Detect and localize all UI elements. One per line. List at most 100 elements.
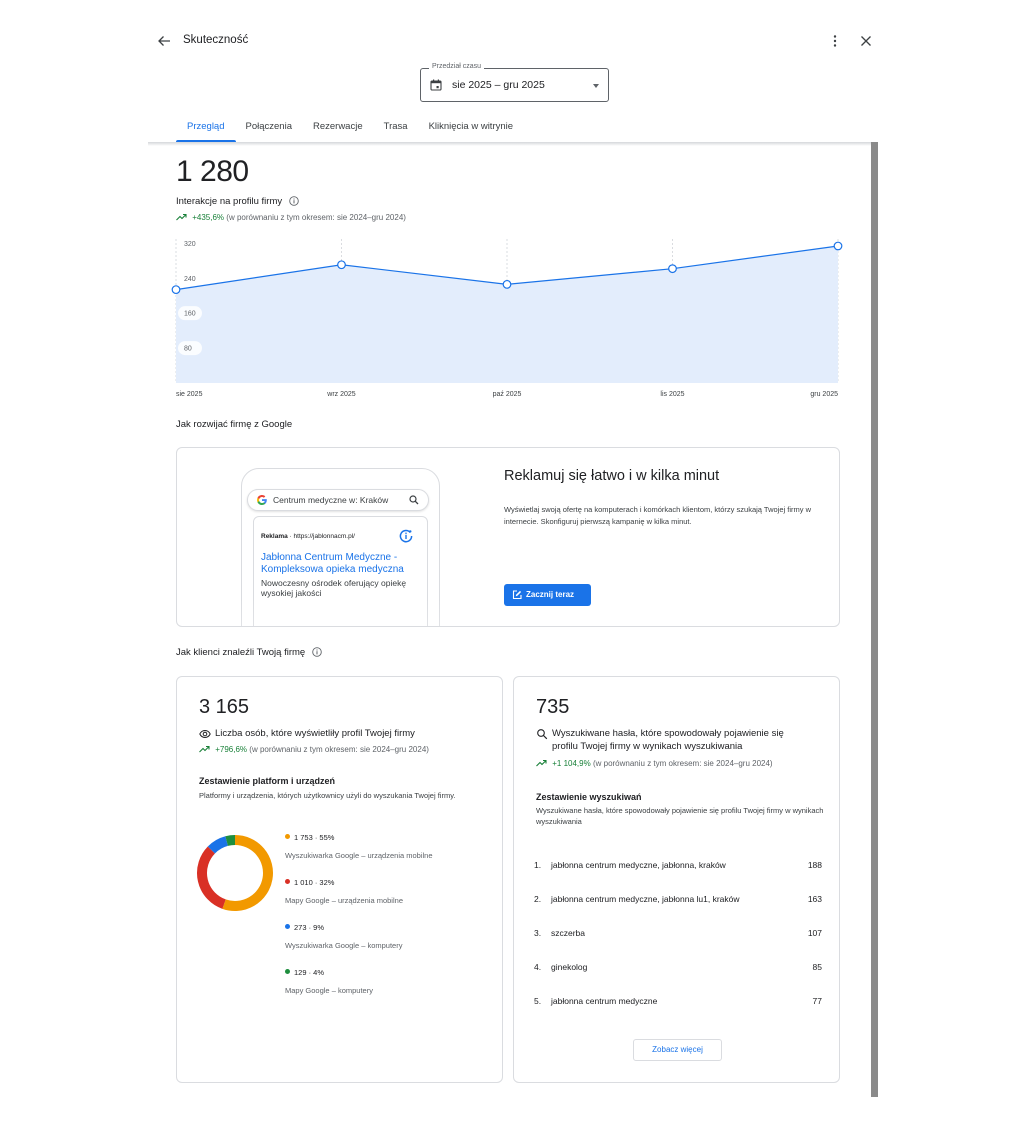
mock-search-text: Centrum medyczne w: Kraków bbox=[273, 495, 389, 505]
trending-up-icon bbox=[176, 213, 187, 221]
y-tick-label: 160 bbox=[184, 311, 196, 318]
query-text: ginekolog bbox=[551, 962, 588, 972]
mock-search-bar: Centrum medyczne w: Kraków bbox=[247, 489, 429, 511]
more-options-icon[interactable] bbox=[830, 34, 840, 48]
ads-promo-card: Centrum medyczne w: Kraków Reklama · htt… bbox=[176, 447, 840, 627]
mock-ad-label: Reklama bbox=[261, 533, 288, 540]
interactions-total: 1 280 bbox=[176, 155, 249, 188]
query-rank: 3. bbox=[534, 928, 542, 938]
legend-name: Mapy Google – komputery bbox=[285, 986, 373, 995]
query-text: jabłonna centrum medyczne bbox=[551, 996, 658, 1006]
info-icon[interactable] bbox=[312, 647, 322, 657]
profile-views-label-text: Liczba osób, które wyświetliły profil Tw… bbox=[215, 728, 415, 739]
donut-slice bbox=[222, 835, 273, 911]
tab-directions[interactable]: Trasa bbox=[384, 112, 408, 142]
chart-point bbox=[171, 285, 181, 295]
mockup-fade bbox=[237, 598, 447, 626]
query-rank: 1. bbox=[534, 860, 542, 870]
tab-bar: Przegląd Połączenia Rezerwacje Trasa Kli… bbox=[176, 112, 534, 142]
trending-up-icon bbox=[199, 745, 210, 753]
scrollbar[interactable] bbox=[871, 142, 878, 1097]
x-tick-label: paź 2025 bbox=[493, 391, 522, 398]
query-count: 107 bbox=[807, 928, 822, 938]
ad-info-icon bbox=[399, 529, 413, 543]
platforms-donut-chart bbox=[197, 835, 273, 911]
mock-ad-description: Nowoczesny ośrodek oferujący opiekę wyso… bbox=[261, 578, 407, 598]
legend-value: 1 010 · 32% bbox=[294, 878, 335, 887]
chart-area bbox=[176, 245, 838, 383]
chart-point bbox=[668, 264, 677, 274]
searches-breakdown-title: Zestawienie wyszukiwań bbox=[536, 792, 642, 802]
search-icon bbox=[409, 495, 419, 505]
query-row: 5. jabłonna centrum medyczne 77 bbox=[534, 986, 822, 1020]
searches-card: 735 Wyszukiwane hasła, które spowodowały… bbox=[513, 676, 840, 1083]
page-title: Skuteczność bbox=[183, 34, 249, 46]
platforms-description: Platformy i urządzenia, których użytkown… bbox=[199, 791, 456, 800]
tab-bookings[interactable]: Rezerwacje bbox=[313, 112, 363, 142]
date-range-value: sie 2025 – gru 2025 bbox=[452, 79, 545, 91]
donut-slice bbox=[197, 846, 226, 909]
interactions-label: Interakcje na profilu firmy bbox=[176, 196, 299, 207]
promo-heading: Reklamuj się łatwo i w kilka minut bbox=[504, 468, 720, 484]
legend-dot bbox=[285, 924, 290, 929]
searches-change-note: (w porównaniu z tym okresem: sie 2024–gr… bbox=[592, 759, 773, 768]
tab-overview[interactable]: Przegląd bbox=[176, 112, 236, 142]
date-range-label: Przedział czasu bbox=[429, 63, 485, 70]
x-tick-label: lis 2025 bbox=[660, 391, 684, 398]
edit-icon bbox=[512, 590, 522, 600]
y-tick-label: 240 bbox=[184, 276, 196, 283]
query-row: 1. jabłonna centrum medyczne, jabłonna, … bbox=[534, 850, 822, 884]
mock-ad-header: Reklama · https://jablonnacm.pl/ bbox=[261, 533, 355, 540]
legend-item: 273 · 9% Wyszukiwarka Google – komputery bbox=[285, 923, 402, 950]
back-arrow-icon[interactable] bbox=[157, 34, 171, 48]
dropdown-arrow-icon bbox=[593, 84, 599, 88]
query-count: 85 bbox=[812, 962, 822, 972]
eye-icon bbox=[199, 729, 211, 739]
chart-point bbox=[337, 260, 346, 270]
date-range-select[interactable]: Przedział czasu sie 2025 – gru 2025 bbox=[420, 63, 609, 102]
donut-slice bbox=[207, 836, 229, 854]
legend-dot bbox=[285, 879, 290, 884]
query-text: jabłonna centrum medyczne, jabłonna, kra… bbox=[551, 860, 726, 870]
query-row: 3. szczerba 107 bbox=[534, 918, 822, 952]
query-rank: 4. bbox=[534, 962, 542, 972]
x-tick-label: wrz 2025 bbox=[326, 391, 356, 398]
query-row: 2. jabłonna centrum medyczne, jabłonna l… bbox=[534, 884, 822, 918]
interactions-chart: 320 240 160 80 sie 2025 wrz 2025 paź 2025 lis 2… bbox=[171, 236, 843, 398]
query-text: jabłonna centrum medyczne, jabłonna lu1,… bbox=[551, 894, 740, 904]
chart-point bbox=[502, 279, 512, 289]
searches-total: 735 bbox=[536, 696, 570, 718]
profile-views-change-note: (w porównaniu z tym okresem: sie 2024–gr… bbox=[249, 745, 429, 754]
tab-calls[interactable]: Połączenia bbox=[246, 112, 292, 142]
legend-value: 129 · 4% bbox=[294, 968, 325, 977]
info-icon[interactable] bbox=[289, 196, 299, 206]
query-count: 163 bbox=[807, 894, 822, 904]
searches-label: Wyszukiwane hasła, które spowodowały poj… bbox=[536, 727, 811, 753]
profile-views-change-pct: +796,6% bbox=[215, 745, 248, 754]
interactions-trend: +435,6% (w porównaniu z tym okresem: sie… bbox=[176, 213, 406, 222]
searches-trend: +1 104,9% (w porównaniu z tym okresem: s… bbox=[536, 759, 773, 768]
query-row: 4. ginekolog 85 bbox=[534, 952, 822, 986]
grow-section-title: Jak rozwijać firmę z Google bbox=[176, 419, 293, 430]
calendar-icon bbox=[430, 79, 442, 91]
legend-name: Mapy Google – urządzenia mobilne bbox=[285, 896, 403, 905]
found-section-title-text: Jak klienci znaleźli Twoją firmę bbox=[176, 647, 306, 658]
profile-views-card: 3 165 Liczba osób, które wyświetliły pro… bbox=[176, 676, 503, 1083]
interactions-label-text: Interakcje na profilu firmy bbox=[176, 196, 283, 207]
promo-text: Wyświetlaj swoją ofertę na komputerach i… bbox=[504, 505, 811, 526]
legend-name: Wyszukiwarka Google – urządzenia mobilne bbox=[285, 851, 433, 860]
interactions-change-note: (w porównaniu z tym okresem: sie 2024–gr… bbox=[226, 213, 406, 222]
legend-item: 1 753 · 55% Wyszukiwarka Google – urządz… bbox=[285, 833, 433, 860]
start-now-button[interactable]: Zacznij teraz bbox=[504, 584, 591, 606]
legend-item: 129 · 4% Mapy Google – komputery bbox=[285, 968, 373, 995]
google-logo-icon bbox=[257, 495, 267, 505]
query-rank: 2. bbox=[534, 894, 542, 904]
chart-point bbox=[833, 241, 843, 251]
x-tick-label: sie 2025 bbox=[176, 391, 203, 398]
query-count: 77 bbox=[812, 996, 822, 1006]
x-tick-label: gru 2025 bbox=[810, 391, 838, 398]
tab-website-clicks[interactable]: Kliknięcia w witrynie bbox=[429, 112, 513, 142]
query-text: szczerba bbox=[551, 928, 586, 938]
see-more-button[interactable]: Zobacz więcej bbox=[633, 1039, 722, 1061]
close-icon[interactable] bbox=[859, 34, 873, 48]
